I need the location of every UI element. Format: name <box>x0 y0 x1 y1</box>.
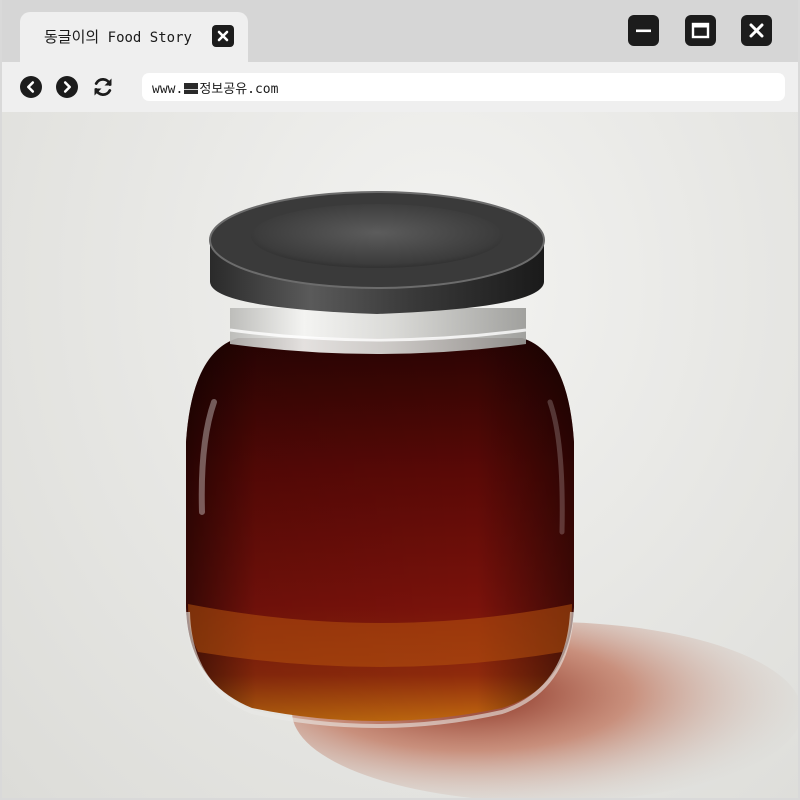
back-arrow-icon <box>20 76 42 98</box>
close-icon <box>217 30 229 42</box>
forward-button[interactable] <box>55 75 79 99</box>
jar-photo <box>186 191 798 798</box>
tab-close-button[interactable] <box>212 25 234 47</box>
minimize-button[interactable] <box>628 15 659 46</box>
address-bar[interactable]: www. 정보공유.com <box>142 73 785 101</box>
maximize-button[interactable] <box>685 15 716 46</box>
back-button[interactable] <box>19 75 43 99</box>
redacted-block <box>184 83 199 94</box>
forward-arrow-icon <box>56 76 78 98</box>
close-window-button[interactable] <box>741 15 772 46</box>
maximize-icon <box>691 22 710 39</box>
refresh-button[interactable] <box>91 75 115 99</box>
address-prefix: www. <box>152 82 184 97</box>
address-url: www. 정보공유.com <box>152 78 278 97</box>
tab-title-korean: 동글이의 <box>44 28 100 46</box>
jar-lid-top-inner <box>251 204 503 268</box>
refresh-icon <box>94 78 112 96</box>
minimize-icon <box>636 29 651 33</box>
page-content <box>2 112 798 798</box>
tab-strip: 동글이의 Food Story <box>2 0 798 62</box>
close-icon <box>749 23 764 38</box>
jar-neck <box>230 308 526 354</box>
address-domain: 정보공유.com <box>199 82 279 97</box>
navigation-toolbar: www. 정보공유.com <box>2 62 798 112</box>
tab-title: 동글이의 Food Story <box>44 26 192 47</box>
browser-tab[interactable]: 동글이의 Food Story <box>20 12 248 62</box>
tab-title-english: Food Story <box>107 30 192 46</box>
browser-window: 동글이의 Food Story www. 정보공유.com <box>0 0 800 800</box>
